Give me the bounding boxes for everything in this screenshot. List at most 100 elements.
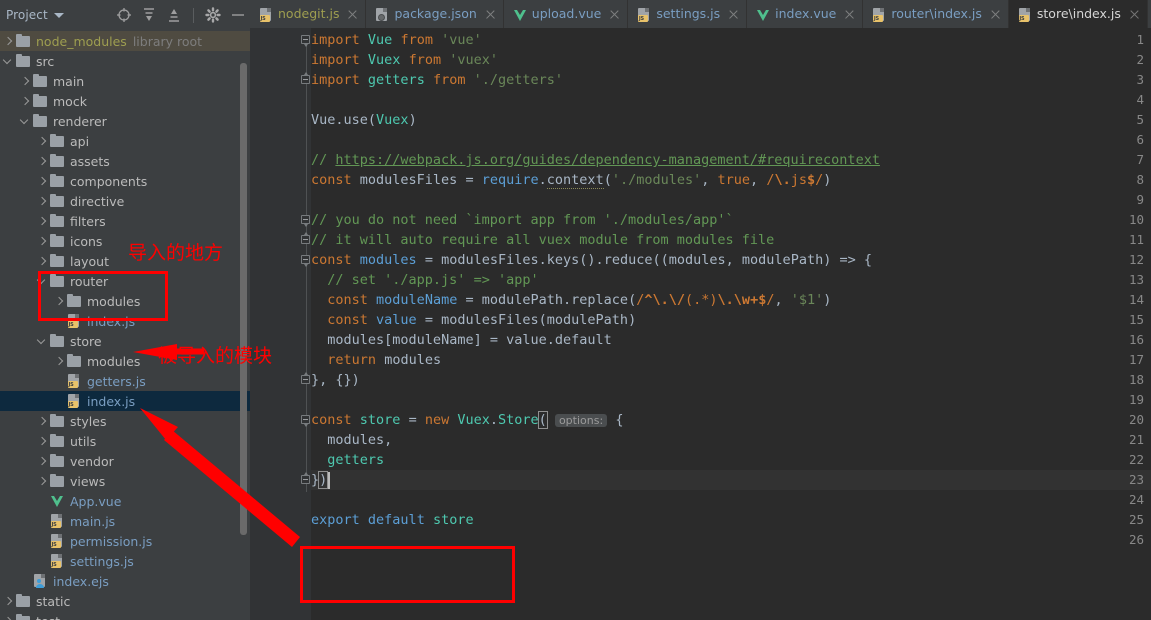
- code-line-3[interactable]: import getters from './getters': [311, 70, 563, 90]
- chevron-right-icon[interactable]: [36, 196, 47, 207]
- code-line-13[interactable]: // set './app.js' => 'app': [311, 270, 538, 290]
- chevron-right-icon[interactable]: [36, 136, 47, 147]
- chevron-right-icon[interactable]: [36, 176, 47, 187]
- chevron-right-icon[interactable]: [2, 36, 13, 47]
- tab-settings-js[interactable]: JS settings.js: [628, 0, 748, 28]
- project-file-tree[interactable]: node_modules library root src main mock rende…: [0, 31, 250, 620]
- fold-start-icon[interactable]: [301, 215, 311, 227]
- tree-item-index-js[interactable]: JS index.js: [0, 311, 250, 331]
- close-icon[interactable]: [485, 9, 496, 20]
- tree-item-permission-js[interactable]: JS permission.js: [0, 531, 250, 551]
- tab-router-index-js[interactable]: JS router\index.js: [863, 0, 1009, 28]
- tree-item-main-js[interactable]: JS main.js: [0, 511, 250, 531]
- chevron-right-icon[interactable]: [36, 236, 47, 247]
- tree-item-assets[interactable]: assets: [0, 151, 250, 171]
- code-editor[interactable]: 1 2 3 4 5 6 7 8 9 10 11 12 13 14 15 16 17 18 19 20 21 22 23 24 2…: [250, 28, 1151, 620]
- tab-index-vue[interactable]: index.vue: [747, 0, 864, 28]
- close-icon[interactable]: [347, 9, 358, 20]
- tree-item-app-vue[interactable]: App.vue: [0, 491, 250, 511]
- tree-item-main[interactable]: main: [0, 71, 250, 91]
- expand-all-icon[interactable]: [141, 7, 157, 23]
- code-line-23[interactable]: }): [311, 470, 329, 490]
- chevron-right-icon[interactable]: [53, 356, 64, 367]
- minimize-icon[interactable]: [230, 7, 246, 23]
- code-line-17[interactable]: return modules: [311, 350, 441, 370]
- chevron-right-icon[interactable]: [19, 96, 30, 107]
- chevron-right-icon[interactable]: [36, 256, 47, 267]
- tree-item-mock[interactable]: mock: [0, 91, 250, 111]
- code-line-15[interactable]: const value = modulesFiles(modulePath): [311, 310, 636, 330]
- fold-end-icon[interactable]: [301, 231, 311, 245]
- close-icon[interactable]: [844, 9, 855, 20]
- code-line-1[interactable]: import Vue from 'vue': [311, 30, 482, 50]
- chevron-right-icon[interactable]: [36, 156, 47, 167]
- tree-item-index-js[interactable]: JS index.js: [0, 391, 250, 411]
- code-line-18[interactable]: }, {}): [311, 370, 360, 390]
- chevron-down-icon[interactable]: [19, 116, 30, 127]
- fold-end-icon[interactable]: [301, 471, 311, 485]
- tree-item-renderer[interactable]: renderer: [0, 111, 250, 131]
- code-line-20[interactable]: const store = new Vuex.Store( options: {: [311, 410, 623, 430]
- code-line-22[interactable]: getters: [311, 450, 384, 470]
- fold-end-icon[interactable]: [301, 71, 311, 85]
- tree-item-index-ejs[interactable]: index.ejs: [0, 571, 250, 591]
- chevron-down-icon[interactable]: [2, 56, 13, 67]
- chevron-right-icon[interactable]: [2, 616, 13, 620]
- tree-item-directive[interactable]: directive: [0, 191, 250, 211]
- tree-item-getters-js[interactable]: JS getters.js: [0, 371, 250, 391]
- tree-item-test[interactable]: test: [0, 611, 250, 620]
- tree-item-store[interactable]: store: [0, 331, 250, 351]
- code-line-11[interactable]: // it will auto require all vuex module …: [311, 230, 774, 250]
- tree-item-layout[interactable]: layout: [0, 251, 250, 271]
- tree-item-api[interactable]: api: [0, 131, 250, 151]
- tree-item-filters[interactable]: filters: [0, 211, 250, 231]
- tree-item-views[interactable]: views: [0, 471, 250, 491]
- code-line-10[interactable]: // you do not need `import app from './m…: [311, 210, 734, 230]
- close-icon[interactable]: [990, 9, 1001, 20]
- tree-item-settings-js[interactable]: JS settings.js: [0, 551, 250, 571]
- tab-package-json[interactable]: package.json: [366, 0, 504, 28]
- chevron-right-icon[interactable]: [19, 76, 30, 87]
- fold-start-icon[interactable]: [301, 35, 311, 47]
- chevron-right-icon[interactable]: [36, 416, 47, 427]
- tree-item-styles[interactable]: styles: [0, 411, 250, 431]
- editor-tab-bar[interactable]: JS nodegit.js package.json upload.vue JS sett…: [250, 0, 1151, 28]
- tree-item-modules[interactable]: modules: [0, 351, 250, 371]
- tree-item-modules[interactable]: modules: [0, 291, 250, 311]
- tree-item-node-modules[interactable]: node_modules library root: [0, 31, 250, 51]
- code-line-2[interactable]: import Vuex from 'vuex': [311, 50, 498, 70]
- chevron-right-icon[interactable]: [36, 216, 47, 227]
- chevron-right-icon[interactable]: [2, 596, 13, 607]
- chevron-right-icon[interactable]: [53, 296, 64, 307]
- tree-item-static[interactable]: static: [0, 591, 250, 611]
- code-line-25[interactable]: export default store: [311, 510, 474, 530]
- code-line-8[interactable]: const modulesFiles = require.context('./…: [311, 170, 831, 190]
- chevron-right-icon[interactable]: [36, 456, 47, 467]
- tree-item-components[interactable]: components: [0, 171, 250, 191]
- tab-store-index-js[interactable]: JS store\index.js: [1008, 0, 1148, 28]
- code-line-21[interactable]: modules,: [311, 430, 392, 450]
- tab-upload-vue[interactable]: upload.vue: [504, 0, 629, 28]
- fold-start-icon[interactable]: [301, 415, 311, 427]
- tree-item-vendor[interactable]: vendor: [0, 451, 250, 471]
- fold-start-icon[interactable]: [301, 255, 311, 267]
- tree-item-utils[interactable]: utils: [0, 431, 250, 451]
- code-line-12[interactable]: const modules = modulesFiles.keys().redu…: [311, 250, 872, 270]
- close-icon[interactable]: [1129, 9, 1140, 20]
- chevron-down-icon[interactable]: [36, 336, 47, 347]
- project-title[interactable]: Project: [0, 8, 48, 22]
- close-icon[interactable]: [728, 9, 739, 20]
- code-line-14[interactable]: const moduleName = modulePath.replace(/^…: [311, 290, 831, 310]
- chevron-down-icon[interactable]: [36, 276, 47, 287]
- tab-nodegit-js[interactable]: JS nodegit.js: [250, 0, 367, 28]
- code-line-16[interactable]: modules[moduleName] = value.default: [311, 330, 612, 350]
- chevron-down-icon[interactable]: [53, 12, 64, 18]
- collapse-all-icon[interactable]: [166, 7, 182, 23]
- close-icon[interactable]: [609, 9, 620, 20]
- settings-gear-icon[interactable]: [205, 7, 221, 23]
- code-line-7[interactable]: // https://webpack.js.org/guides/depende…: [311, 150, 880, 170]
- chevron-right-icon[interactable]: [36, 476, 47, 487]
- chevron-right-icon[interactable]: [36, 436, 47, 447]
- fold-end-icon[interactable]: [301, 371, 311, 385]
- locate-target-icon[interactable]: [116, 7, 132, 23]
